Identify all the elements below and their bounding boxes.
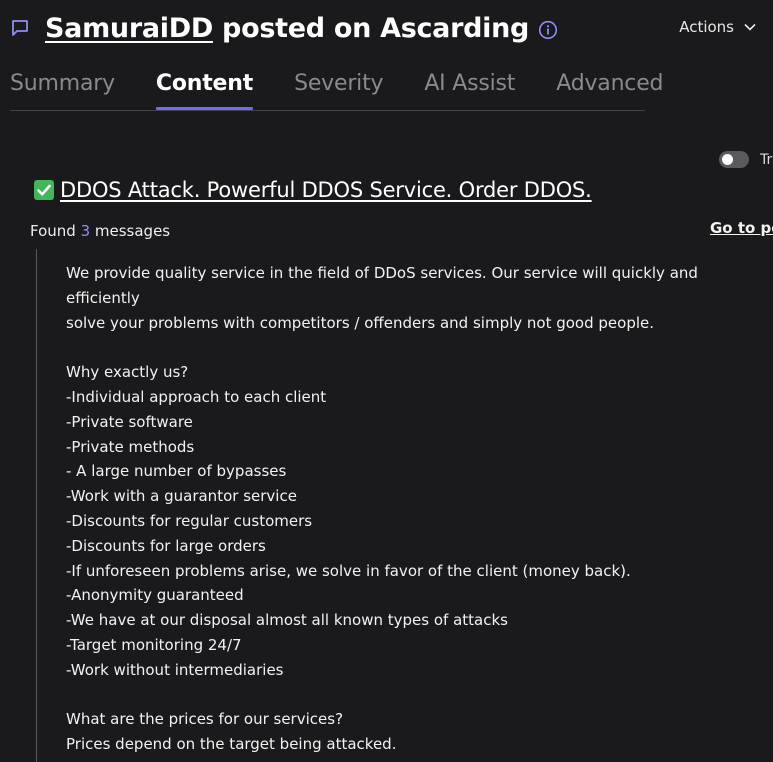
message-line: -Anonymity guaranteed (66, 586, 244, 605)
message-line (66, 335, 766, 360)
toggle-label: Tra (760, 152, 773, 168)
check-mark-emoji-icon (33, 179, 55, 201)
message-line: -Private software (66, 412, 193, 431)
tab-content[interactable]: Content (155, 66, 253, 110)
message-line (66, 683, 766, 708)
toggle-knob (722, 154, 733, 165)
message-line: -Discounts for large orders (66, 536, 266, 555)
page-header: SamuraiDD posted on Ascarding (10, 10, 558, 46)
message-line: -Individual approach to each client (66, 387, 327, 406)
message-line: -Work without intermediaries (66, 660, 284, 679)
message-line: solve your problems with competitors / o… (66, 313, 655, 332)
message-body: We provide quality service in the field … (36, 249, 773, 762)
page-title: SamuraiDD posted on Ascarding (45, 13, 529, 44)
title-suffix: posted on Ascarding (212, 12, 530, 44)
tab-advanced[interactable]: Advanced (556, 66, 663, 110)
message-line: Prices depend on the target being attack… (66, 735, 397, 754)
post-title-text: DDOS Attack. Powerful DDOS Service. Orde… (60, 178, 592, 202)
author-link[interactable]: SamuraiDD (45, 13, 213, 44)
message-line: Why exactly us? (66, 363, 189, 382)
found-prefix: Found (30, 222, 81, 240)
tab-severity[interactable]: Severity (294, 66, 383, 110)
go-to-post-link[interactable]: Go to po (710, 219, 773, 237)
message-text: We provide quality service in the field … (66, 261, 766, 762)
message-line: -Work with a guarantor service (66, 487, 297, 506)
found-messages-count: Found 3 messages (30, 222, 170, 240)
tab-summary[interactable]: Summary (10, 66, 115, 110)
message-line: We provide quality service in the field … (66, 264, 698, 307)
translate-toggle[interactable] (719, 151, 749, 168)
message-line: -Discounts for regular customers (66, 511, 313, 530)
actions-menu-button[interactable]: Actions (679, 18, 756, 36)
chat-bubble-icon (10, 18, 30, 38)
message-line: What are the prices for our services? (66, 710, 344, 729)
message-line: -Target monitoring 24/7 (66, 635, 242, 654)
message-line: Day - from $100 (66, 757, 766, 762)
info-icon[interactable] (538, 20, 558, 40)
message-line: -We have at our disposal almost all know… (66, 611, 508, 630)
post-title-link[interactable]: DDOS Attack. Powerful DDOS Service. Orde… (33, 178, 592, 202)
chevron-down-icon (744, 23, 756, 31)
message-line: -Private methods (66, 437, 195, 456)
actions-label: Actions (679, 18, 734, 36)
message-line: -If unforeseen problems arise, we solve … (66, 561, 631, 580)
message-line: - A large number of bypasses (66, 462, 287, 481)
tab-bar: Summary Content Severity AI Assist Advan… (10, 66, 664, 111)
tab-ai-assist[interactable]: AI Assist (424, 66, 515, 110)
found-count: 3 (80, 222, 91, 240)
found-suffix: messages (90, 222, 171, 240)
